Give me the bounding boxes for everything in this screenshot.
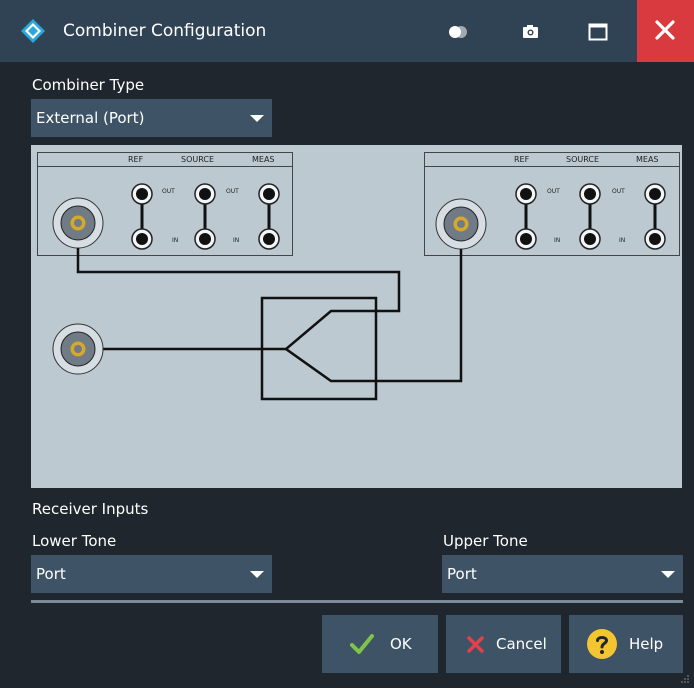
combiner-diagram: REF SOURCE MEAS OUT OUT IN IN REF SOURCE… (31, 145, 682, 488)
transparency-toggle-icon (449, 26, 467, 38)
rohde-schwarz-logo-icon (21, 19, 45, 43)
receiver-inputs-heading: Receiver Inputs (32, 500, 149, 518)
title-bar[interactable]: Combiner Configuration (0, 0, 694, 62)
signal-cables (76, 248, 463, 383)
x-icon (467, 636, 484, 653)
right-port-unit: REF SOURCE MEAS OUT OUT IN IN (424, 152, 680, 256)
left-in-label-1: IN (172, 237, 178, 244)
chevron-down-icon (661, 571, 675, 578)
left-ref-out-jack (131, 183, 153, 205)
left-source-label: SOURCE (181, 155, 214, 164)
lower-tone-dropdown[interactable]: Port (31, 555, 272, 593)
left-in-label-2: IN (233, 237, 239, 244)
combiner-schematic: REF SOURCE MEAS OUT OUT IN IN REF SOURCE… (37, 152, 680, 401)
left-source-in-jack (194, 228, 216, 250)
right-ref-out-jack (515, 183, 537, 205)
right-test-port (435, 198, 487, 250)
left-meas-label: MEAS (252, 155, 275, 164)
left-meas-out-jack (258, 183, 280, 205)
cancel-label: Cancel (496, 635, 547, 653)
upper-tone-value: Port (447, 565, 477, 583)
cancel-button[interactable]: Cancel (446, 615, 561, 673)
maximize-button[interactable] (581, 15, 615, 49)
right-ref-label: REF (514, 155, 530, 164)
right-source-label: SOURCE (566, 155, 599, 164)
left-test-port (52, 197, 104, 249)
left-port-unit: REF SOURCE MEAS OUT OUT IN IN (37, 152, 293, 256)
chevron-down-icon (250, 571, 264, 578)
right-in-label-1: IN (554, 237, 560, 244)
ok-button[interactable]: OK (322, 615, 438, 673)
camera-icon (523, 25, 538, 38)
maximize-icon (588, 23, 608, 41)
right-meas-in-jack (644, 228, 666, 250)
left-ref-in-jack (131, 228, 153, 250)
right-source-out-jack (579, 183, 601, 205)
combiner-input-port (52, 323, 104, 375)
screenshot-button[interactable] (513, 15, 547, 49)
close-icon (655, 20, 675, 40)
right-ref-in-jack (515, 228, 537, 250)
combiner-type-value: External (Port) (36, 109, 145, 127)
transparency-toggle-button[interactable] (441, 15, 475, 49)
right-meas-label: MEAS (636, 155, 659, 164)
chevron-down-icon (250, 115, 264, 122)
question-icon (587, 629, 617, 659)
left-ref-label: REF (128, 155, 144, 164)
upper-tone-label: Upper Tone (443, 532, 528, 550)
window-title: Combiner Configuration (63, 21, 267, 41)
upper-tone-dropdown[interactable]: Port (442, 555, 683, 593)
ok-label: OK (390, 635, 412, 653)
right-out-label-2: OUT (612, 188, 625, 195)
help-label: Help (629, 635, 664, 653)
check-icon (350, 634, 374, 654)
combiner-type-label: Combiner Type (32, 76, 145, 94)
lower-tone-value: Port (36, 565, 66, 583)
left-source-out-jack (194, 183, 216, 205)
right-source-in-jack (579, 228, 601, 250)
separator (31, 600, 683, 603)
right-in-label-2: IN (619, 237, 625, 244)
left-out-label-2: OUT (226, 188, 239, 195)
help-button[interactable]: Help (569, 615, 683, 673)
combiner-configuration-dialog: Combiner Configuration Combiner Type Ext… (0, 0, 694, 688)
lower-tone-label: Lower Tone (32, 532, 117, 550)
right-out-label-1: OUT (547, 188, 560, 195)
close-button[interactable] (637, 0, 694, 62)
left-out-label-1: OUT (162, 188, 175, 195)
combiner-type-dropdown[interactable]: External (Port) (31, 99, 272, 137)
resize-grip-icon[interactable] (680, 674, 690, 684)
right-meas-out-jack (644, 183, 666, 205)
left-meas-in-jack (258, 228, 280, 250)
